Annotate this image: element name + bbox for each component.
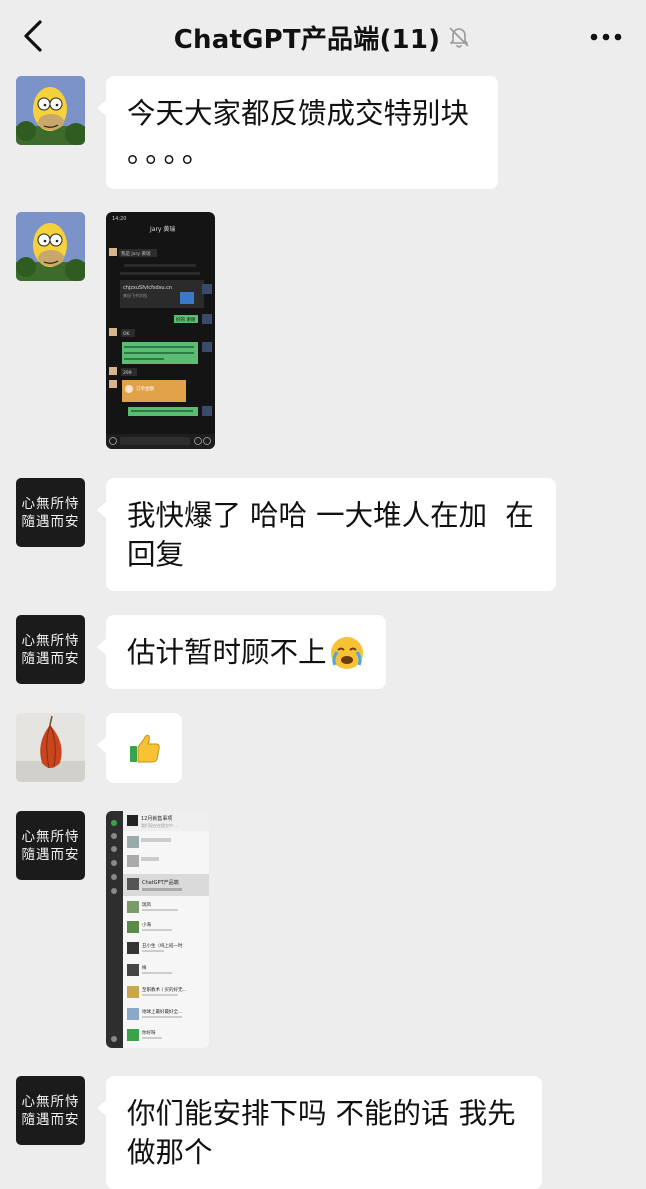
avatar-text: 心無所恃 — [21, 828, 80, 845]
message-text-line: 回复 — [127, 538, 185, 571]
calligraphy-avatar: 心無所恃 隨遇而安 — [16, 1076, 85, 1145]
more-button[interactable] — [584, 24, 628, 50]
image-message[interactable]: 14:20 Jary 黄瑞 我是 Jary 黄瑞 chjzxuSfvIcfsds… — [106, 212, 215, 453]
avatar[interactable]: 心無所恃 隨遇而安 — [16, 478, 85, 547]
calligraphy-avatar: 心無所恃 隨遇而安 — [16, 615, 85, 684]
calligraphy-avatar: 心無所恃 隨遇而安 — [16, 811, 85, 880]
shot-link: chjzxuSfvIcfsdsu.cn — [123, 285, 172, 291]
list-item: 至职教术丨买的好无... — [142, 986, 187, 993]
message-text-line: 我快爆了 哈哈 一大堆人在加 在 — [127, 499, 534, 532]
shot-reply1: 好的 谢谢 — [176, 316, 196, 323]
message-bubble[interactable]: 今天大家都反馈成交特别块 。。。。 — [97, 76, 498, 189]
message-row: 心無所恃 隨遇而安 12月就售事项 我们现在在提交中 ... ChatGPT产品… — [16, 811, 209, 1052]
homer-avatar-image — [16, 212, 85, 281]
list-item: 丑小生（纯上班一时 — [142, 942, 183, 949]
list-top-item: 12月就售事项 — [141, 815, 172, 822]
lantern-flower-avatar-image — [16, 713, 85, 782]
bell-off-icon — [449, 27, 469, 48]
chat-title: ChatGPT产品端(11) — [173, 24, 441, 55]
avatar[interactable]: 心無所恃 隨遇而安 — [16, 1076, 85, 1145]
avatar-text: 心無所恃 — [21, 495, 80, 512]
message-text-line: 你们能安排下吗 不能的话 我先 — [127, 1097, 516, 1130]
back-button[interactable] — [14, 16, 54, 56]
avatar[interactable] — [16, 713, 85, 782]
thumbs-up-emoji-icon — [130, 734, 160, 763]
list-item: 瑞风 — [142, 901, 151, 908]
list-item: 梅 — [142, 964, 147, 971]
list-item: 你好呀 — [142, 1029, 156, 1036]
chat-header: ChatGPT产品端(11) — [0, 0, 646, 74]
shot-num: 299 — [123, 370, 132, 376]
crying-face-emoji-icon — [330, 636, 363, 669]
shot-invite: 我是 Jary 黄瑞 — [121, 250, 151, 257]
message-text-line: 今天大家都反馈成交特别块 — [127, 97, 470, 130]
message-row: 14:20 Jary 黄瑞 我是 Jary 黄瑞 chjzxuSfvIcfsds… — [16, 212, 215, 453]
list-item: 小海 — [142, 921, 151, 928]
image-message[interactable]: 12月就售事项 我们现在在提交中 ... ChatGPT产品端 瑞风 小海 丑小… — [106, 811, 209, 1052]
list-item: 地球上最好最好全... — [142, 1008, 182, 1015]
avatar[interactable]: 心無所恃 隨遇而安 — [16, 615, 85, 684]
avatar-text: 心無所恃 — [21, 1093, 80, 1110]
wechat-list-screenshot-image[interactable]: 12月就售事项 我们现在在提交中 ... ChatGPT产品端 瑞风 小海 丑小… — [106, 811, 209, 1048]
homer-avatar-image — [16, 76, 85, 145]
avatar-text: 心無所恃 — [21, 632, 80, 649]
message-bubble[interactable] — [97, 713, 182, 783]
avatar-text: 隨遇而安 — [21, 513, 80, 530]
message-row: 心無所恃 隨遇而安 估计暂时顾不上 — [16, 615, 386, 689]
message-text-line: 。。。。 — [127, 136, 215, 169]
message-row: 心無所恃 隨遇而安 我快爆了 哈哈 一大堆人在加 在 回复 — [16, 478, 556, 591]
calligraphy-avatar: 心無所恃 隨遇而安 — [16, 478, 85, 547]
message-text: 估计暂时顾不上 — [127, 636, 327, 669]
message-bubble[interactable]: 我快爆了 哈哈 一大堆人在加 在 回复 — [97, 478, 556, 591]
avatar-text: 隨遇而安 — [21, 650, 80, 667]
message-bubble[interactable]: 估计暂时顾不上 — [97, 615, 386, 689]
chat-screenshot-image[interactable]: 14:20 Jary 黄瑞 我是 Jary 黄瑞 chjzxuSfvIcfsds… — [106, 212, 215, 449]
avatar-text: 隨遇而安 — [21, 1111, 80, 1128]
shot-link-sub: 来自飞书文档 — [123, 292, 147, 298]
message-bubble[interactable]: 你们能安排下吗 不能的话 我先 做那个 — [97, 1076, 542, 1189]
message-row — [16, 713, 182, 783]
shot-title: Jary 黄瑞 — [149, 225, 175, 233]
shot-status-time: 14:20 — [112, 216, 126, 222]
list-selected: ChatGPT产品端 — [142, 879, 179, 886]
list-top-sub: 我们现在在提交中 ... — [141, 822, 178, 828]
message-row: 今天大家都反馈成交特别块 。。。。 — [16, 76, 498, 189]
avatar[interactable] — [16, 76, 85, 145]
shot-order: 订单金额 — [136, 385, 154, 392]
avatar[interactable]: 心無所恃 隨遇而安 — [16, 811, 85, 880]
title-wrap: ChatGPT产品端(11) — [174, 19, 472, 56]
shot-ok: OK — [123, 331, 131, 337]
avatar[interactable] — [16, 212, 85, 281]
message-row: 心無所恃 隨遇而安 你们能安排下吗 不能的话 我先 做那个 — [16, 1076, 542, 1189]
avatar-text: 隨遇而安 — [21, 846, 80, 863]
message-text-line: 做那个 — [127, 1136, 213, 1169]
